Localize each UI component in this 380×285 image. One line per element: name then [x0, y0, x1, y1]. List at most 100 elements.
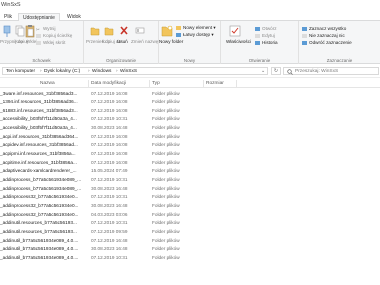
file-type: Folder plików: [152, 151, 180, 157]
ribbon-tabs: Plik Udostępnianie Widok: [0, 12, 380, 21]
file-name: _addinprocess32_b77a5c561934e0...: [0, 211, 79, 217]
column-divider[interactable]: [149, 80, 150, 87]
rename-icon[interactable]: [135, 25, 145, 37]
invert-selection-button[interactable]: Odwróć zaznaczenie: [302, 40, 352, 46]
copy-path-icon: [36, 33, 41, 38]
ribbon-group-clipboard: Przypnij do Kopiuj Wklej ✂ Wytnij Kopiuj …: [0, 21, 84, 64]
file-name: _1394.inf.resources_31bf3856ad36...: [0, 99, 78, 105]
easy-access-button[interactable]: Łatwy dostęp ▾: [176, 32, 214, 38]
tab-view[interactable]: Widok: [63, 13, 85, 21]
history-button[interactable]: Historia: [255, 40, 278, 46]
file-date: 07.12.2019 16:08: [91, 142, 128, 148]
address-bar[interactable]: Ten komputer › Dysk lokalny (C:) › Windo…: [2, 67, 268, 75]
table-row[interactable]: _adaptivecards-xamlcardrenderer_... 15.05…: [0, 167, 380, 176]
edit-button[interactable]: Edytuj: [255, 33, 275, 39]
table-row[interactable]: _accessibility_b03f5f7f11d50a3a_4... 07.1…: [0, 115, 380, 124]
file-date: 07.12.2019 16:48: [91, 237, 128, 243]
file-date: 07.12.2019 16:08: [91, 133, 128, 139]
new-folder-label[interactable]: Nowy folder: [159, 39, 183, 45]
refresh-button[interactable]: ↻: [271, 67, 281, 75]
properties-label[interactable]: Właściwości: [226, 39, 251, 45]
table-row[interactable]: _acpipmi.inf.resources_31bf3856a... 07.12…: [0, 150, 380, 159]
open-button[interactable]: Otwórz: [255, 26, 277, 32]
table-row[interactable]: _addinutil_b77a5c561934e089_4.0.... 07.12…: [0, 253, 380, 262]
file-date: 07.12.2019 16:08: [91, 159, 128, 165]
column-header-date[interactable]: Data modyfikacji: [91, 81, 126, 86]
delete-icon[interactable]: [119, 25, 129, 37]
new-folder-icon[interactable]: [161, 24, 173, 37]
table-row[interactable]: _addinutil_b77a5c561934e089_4.0.... 07.12…: [0, 236, 380, 245]
open-icon: [255, 26, 260, 31]
file-date: 07.12.2019 16:08: [91, 107, 128, 113]
file-type: Folder plików: [152, 168, 180, 174]
table-row[interactable]: _addinprocess_b77a5c561934e089_... 30.08.…: [0, 184, 380, 193]
file-type: Folder plików: [152, 107, 180, 113]
table-row[interactable]: _addinutil_b77a5c561934e089_4.0.... 30.08…: [0, 245, 380, 254]
breadcrumb-windows[interactable]: Windows: [92, 69, 111, 74]
paste-icon[interactable]: [25, 24, 35, 38]
file-date: 30.08.2023 16:48: [91, 202, 128, 208]
invert-selection-icon: [302, 40, 307, 45]
copy-path-button[interactable]: Kopiuj ścieżkę: [36, 33, 72, 39]
table-row[interactable]: _addinprocess_b77a5c561934e089_... 07.12.…: [0, 176, 380, 185]
move-to-icon[interactable]: [90, 25, 100, 37]
chevron-right-icon: ›: [88, 69, 90, 74]
properties-icon[interactable]: [229, 25, 241, 37]
column-header-type[interactable]: Typ: [152, 81, 160, 86]
delete-label[interactable]: Usuń: [117, 39, 128, 45]
file-name: _addinutil_b77a5c561934e089_4.0....: [0, 237, 79, 243]
column-divider[interactable]: [88, 80, 89, 87]
column-divider[interactable]: [203, 80, 204, 87]
select-none-button[interactable]: Nie zaznaczaj nic: [302, 33, 345, 39]
copy-to-icon[interactable]: [104, 25, 114, 37]
file-type: Folder plików: [152, 237, 180, 243]
paste-shortcut-icon: [36, 40, 41, 45]
table-row[interactable]: _61883.inf.resources_31bf3856ad3... 07.12…: [0, 106, 380, 115]
select-all-button[interactable]: Zaznacz wszystko: [302, 26, 346, 32]
cut-button[interactable]: ✂ Wytnij: [36, 26, 55, 32]
table-row[interactable]: _addinprocess32_b77a5c561934e0... 04.03.2…: [0, 210, 380, 219]
address-row: Ten komputer › Dysk lokalny (C:) › Windo…: [0, 64, 380, 78]
refresh-icon: ↻: [273, 68, 279, 74]
file-type: Folder plików: [152, 185, 180, 191]
file-name: _addinutil_b77a5c561934e089_4.0....: [0, 246, 79, 252]
table-row[interactable]: _acpitime.inf.resources_31bf3856a... 07.1…: [0, 158, 380, 167]
table-row[interactable]: _addinprocess32_b77a5c561934e0... 30.08.2…: [0, 201, 380, 210]
breadcrumb-drive[interactable]: Dysk lokalny (C:): [44, 69, 80, 74]
rename-label[interactable]: Zmień nazwę: [131, 39, 158, 45]
easy-access-label: Łatwy dostęp: [183, 32, 211, 37]
tab-file[interactable]: Plik: [0, 13, 16, 21]
column-header-name[interactable]: Nazwa: [40, 81, 55, 86]
file-name: _61883.inf.resources_31bf3856ad3...: [0, 107, 78, 113]
file-date: 04.03.2023 03:06: [91, 211, 128, 217]
paste-shortcut-button[interactable]: Wklej skrót: [36, 40, 65, 46]
file-name: _addinprocess_b77a5c561934e089_...: [0, 177, 82, 182]
table-row[interactable]: _addinutil.resources_b77a5c56193... 07.12…: [0, 219, 380, 228]
breadcrumb-this-pc[interactable]: Ten komputer: [6, 69, 35, 74]
search-box[interactable]: Przeszukaj: WinSxS: [283, 67, 379, 75]
table-row[interactable]: _addinprocess32_b77a5c561934e0... 07.12.2…: [0, 193, 380, 202]
file-name: _accessibility_b03f5f7f11d50a3a_4...: [0, 125, 77, 131]
file-date: 30.08.2023 16:48: [91, 246, 128, 252]
table-row[interactable]: _addinutil.resources_b77a5c56193... 07.12…: [0, 227, 380, 236]
file-name: _addinutil.resources_b77a5c56193...: [0, 228, 77, 234]
table-row[interactable]: _3ware.inf.resources_31bf3856ad3... 07.12…: [0, 89, 380, 98]
file-date: 07.12.2019 10:31: [91, 116, 128, 122]
column-divider[interactable]: [236, 80, 237, 87]
breadcrumb-winsxs[interactable]: WinSxS: [120, 69, 137, 74]
tab-share[interactable]: Udostępnianie: [18, 13, 60, 21]
table-row[interactable]: _1394.inf.resources_31bf3856ad36... 07.12…: [0, 98, 380, 107]
copy-icon[interactable]: [15, 25, 25, 38]
file-date: 07.12.2019 16:08: [91, 99, 128, 105]
new-item-button[interactable]: Nowy element ▾: [176, 25, 216, 31]
table-row[interactable]: _acpi.inf.resources_31bf3856ad364... 07.1…: [0, 132, 380, 141]
column-header-size[interactable]: Rozmiar: [206, 81, 224, 86]
file-type: Folder plików: [152, 228, 180, 234]
table-row[interactable]: _accessibility_b03f5f7f11d50a3a_4... 30.0…: [0, 124, 380, 133]
chevron-down-icon[interactable]: ⌄: [261, 69, 265, 74]
file-name: _addinprocess32_b77a5c561934e0...: [0, 194, 79, 200]
group-label-clipboard: Schowek: [32, 58, 51, 63]
pin-icon[interactable]: [2, 25, 12, 38]
table-row[interactable]: _acpidev.inf.resources_31bf3856ad... 07.1…: [0, 141, 380, 150]
ribbon-group-select: Zaznacz wszystko Nie zaznaczaj nic Odwró…: [299, 21, 380, 64]
